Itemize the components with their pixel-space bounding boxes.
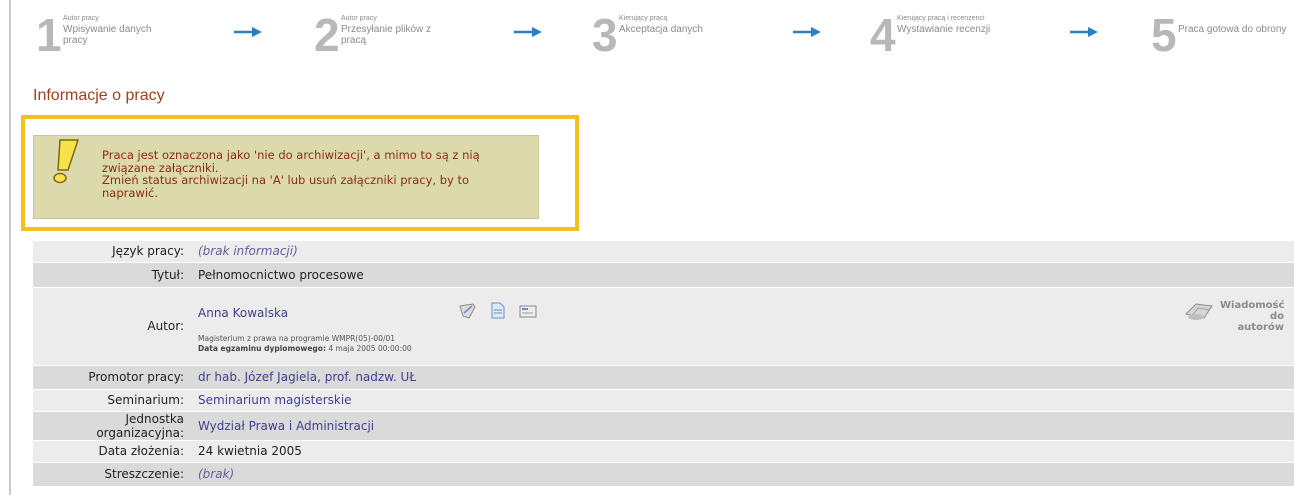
step-number: 1 <box>36 9 62 61</box>
arrow-right-icon <box>234 27 262 37</box>
author-program: Magisterium z prawa na programie WMPR(05… <box>198 333 396 343</box>
mail-icon <box>1185 302 1213 320</box>
title-value: Pełnomocnictwo procesowe <box>198 267 364 282</box>
step-label: Praca gotowa do obrony <box>1178 24 1287 35</box>
step-number: 5 <box>1151 9 1177 61</box>
step-role: Autor pracy <box>63 15 99 22</box>
step-label: Wystawianie recenzji <box>897 24 991 35</box>
exam-date: Data egzaminu dyplomowego: 4 maja 2005 0… <box>198 344 412 354</box>
step-number: 2 <box>314 9 340 61</box>
table-row: Tytuł: Pełnomocnictwo procesowe <box>33 262 1294 288</box>
thesis-info-table: Język pracy: (brak informacji) Tytuł: Pe… <box>33 241 1294 487</box>
step-number: 3 <box>592 9 618 61</box>
abstract-value: (brak) <box>198 467 235 481</box>
exam-date-value: 4 maja 2005 00:00:00 <box>328 343 412 353</box>
step-role: Kierujący pracą <box>619 15 668 22</box>
field-label: Tytuł: <box>33 262 191 288</box>
table-row: Jednostka organizacyjna: Wydział Prawa i… <box>33 411 1294 441</box>
warning-box: Praca jest oznaczona jako 'nie do archiw… <box>33 135 539 219</box>
submission-date-value: 24 kwietnia 2005 <box>198 444 302 458</box>
table-row: Streszczenie: (brak) <box>33 462 1294 487</box>
field-label: Streszczenie: <box>33 462 191 487</box>
edit-icon[interactable] <box>459 302 477 322</box>
language-value: (brak informacji) <box>198 244 298 259</box>
field-label: Autor: <box>33 287 191 366</box>
field-label: Jednostka organizacyjna: <box>33 411 191 441</box>
seminar-link[interactable]: Seminarium magisterskie <box>198 393 352 407</box>
author-actions <box>459 302 547 320</box>
step-label: Akceptacja danych <box>619 24 703 35</box>
warning-message: Praca jest oznaczona jako 'nie do archiw… <box>102 149 522 199</box>
exam-date-label: Data egzaminu dyplomowego: <box>198 343 326 353</box>
arrow-right-icon <box>514 27 542 37</box>
field-label: Język pracy: <box>33 241 191 263</box>
step-role: Kierujący pracą i recenzenci <box>897 15 985 22</box>
field-label: Data złożenia: <box>33 440 191 463</box>
unit-link[interactable]: Wydział Prawa i Administracji <box>198 419 374 433</box>
table-row: Promotor pracy: dr hab. Józef Jagiela, p… <box>33 365 1294 390</box>
exclamation-icon <box>53 139 80 184</box>
table-row: Język pracy: (brak informacji) <box>33 241 1294 263</box>
step-number: 4 <box>870 9 896 61</box>
step-label: Przesyłanie plików z pracą <box>341 24 432 46</box>
table-row: Seminarium: Seminarium magisterskie <box>33 389 1294 412</box>
field-label: Promotor pracy: <box>33 365 191 390</box>
promotor-link[interactable]: dr hab. Józef Jagiela, prof. nadzw. UŁ <box>198 370 416 384</box>
field-label: Seminarium: <box>33 389 191 412</box>
step-role: Autor pracy <box>341 15 377 22</box>
workflow-steps: 1 Autor pracy Wpisywanie danych pracy 2 … <box>36 10 1294 70</box>
left-border <box>9 0 11 495</box>
table-row: Autor: Anna Kowalska Magisterium z prawa… <box>33 287 1294 366</box>
warning-line-2: Zmień status archiwizacji na 'A' lub usu… <box>102 173 470 200</box>
author-link[interactable]: Anna Kowalska <box>198 306 288 320</box>
table-row: Data złożenia: 24 kwietnia 2005 <box>33 440 1294 463</box>
author-meta: Magisterium z prawa na programie WMPR(05… <box>198 334 412 354</box>
step-label: Wpisywanie danych pracy <box>63 24 152 46</box>
section-title: Informacje o pracy <box>33 87 165 104</box>
arrow-right-icon <box>793 27 821 37</box>
document-icon[interactable] <box>491 302 505 322</box>
card-icon[interactable] <box>519 304 537 322</box>
warning-line-1: Praca jest oznaczona jako 'nie do archiw… <box>102 148 480 175</box>
arrow-right-icon <box>1070 27 1098 37</box>
message-authors-label: Wiadomość do autorów <box>1220 299 1285 333</box>
